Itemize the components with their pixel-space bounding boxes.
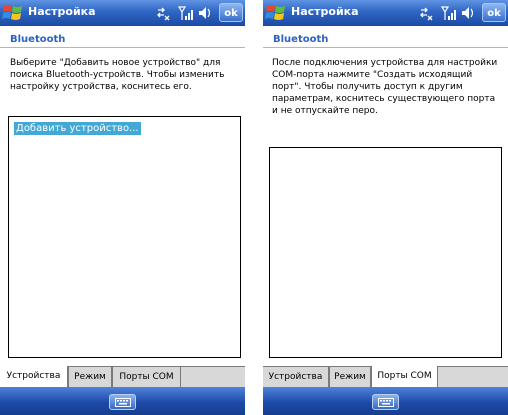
com-port-list[interactable]	[269, 147, 502, 358]
ok-button[interactable]: ok	[482, 3, 506, 22]
connectivity-icon	[420, 7, 433, 21]
screen-devices: Настройка ok Bluetooth Выберите "Добавит…	[0, 0, 245, 415]
section-divider	[263, 47, 508, 48]
tab-devices[interactable]: Устройства	[0, 366, 68, 388]
tab-bar: Устройства Режим Порты COM	[0, 366, 245, 388]
section-divider	[0, 47, 245, 48]
tab-bar: Устройства Режим Порты COM	[263, 366, 508, 388]
title-bar: Настройка ok	[263, 0, 508, 26]
volume-icon	[199, 7, 211, 19]
windows-start-icon[interactable]	[265, 3, 287, 23]
add-device-item[interactable]: Добавить устройство...	[14, 122, 141, 135]
app-title: Настройка	[291, 5, 359, 18]
app-title: Настройка	[28, 5, 96, 18]
tab-com-ports[interactable]: Порты COM	[112, 366, 181, 388]
status-icons	[418, 4, 478, 22]
connectivity-icon	[157, 7, 170, 21]
ok-button[interactable]: ok	[219, 3, 243, 22]
tab-com-ports[interactable]: Порты COM	[371, 366, 438, 388]
screen-com-ports: Настройка ok Bluetooth После подключения…	[263, 0, 508, 415]
windows-start-icon[interactable]	[2, 3, 24, 23]
tab-bar-filler	[181, 366, 245, 388]
tab-bar-filler	[438, 366, 508, 388]
signal-strength-icon	[440, 6, 456, 20]
tab-mode[interactable]: Режим	[329, 366, 371, 388]
section-header: Bluetooth	[0, 26, 245, 48]
device-list[interactable]: Добавить устройство...	[8, 116, 241, 358]
keyboard-icon[interactable]	[372, 394, 399, 410]
softkey-bar	[0, 388, 245, 415]
title-bar: Настройка ok	[0, 0, 245, 26]
section-title: Bluetooth	[10, 34, 66, 45]
status-icons	[155, 4, 215, 22]
signal-strength-icon	[177, 6, 193, 20]
tab-mode[interactable]: Режим	[68, 366, 112, 388]
section-header: Bluetooth	[263, 26, 508, 48]
tab-devices[interactable]: Устройства	[263, 366, 329, 388]
volume-icon	[462, 7, 474, 19]
instructions-text: После подключения устройства для настрой…	[272, 58, 498, 116]
softkey-bar	[263, 388, 508, 415]
instructions-text: Выберите "Добавить новое устройство" для…	[10, 58, 225, 92]
section-title: Bluetooth	[273, 34, 329, 45]
keyboard-icon[interactable]	[109, 394, 136, 410]
